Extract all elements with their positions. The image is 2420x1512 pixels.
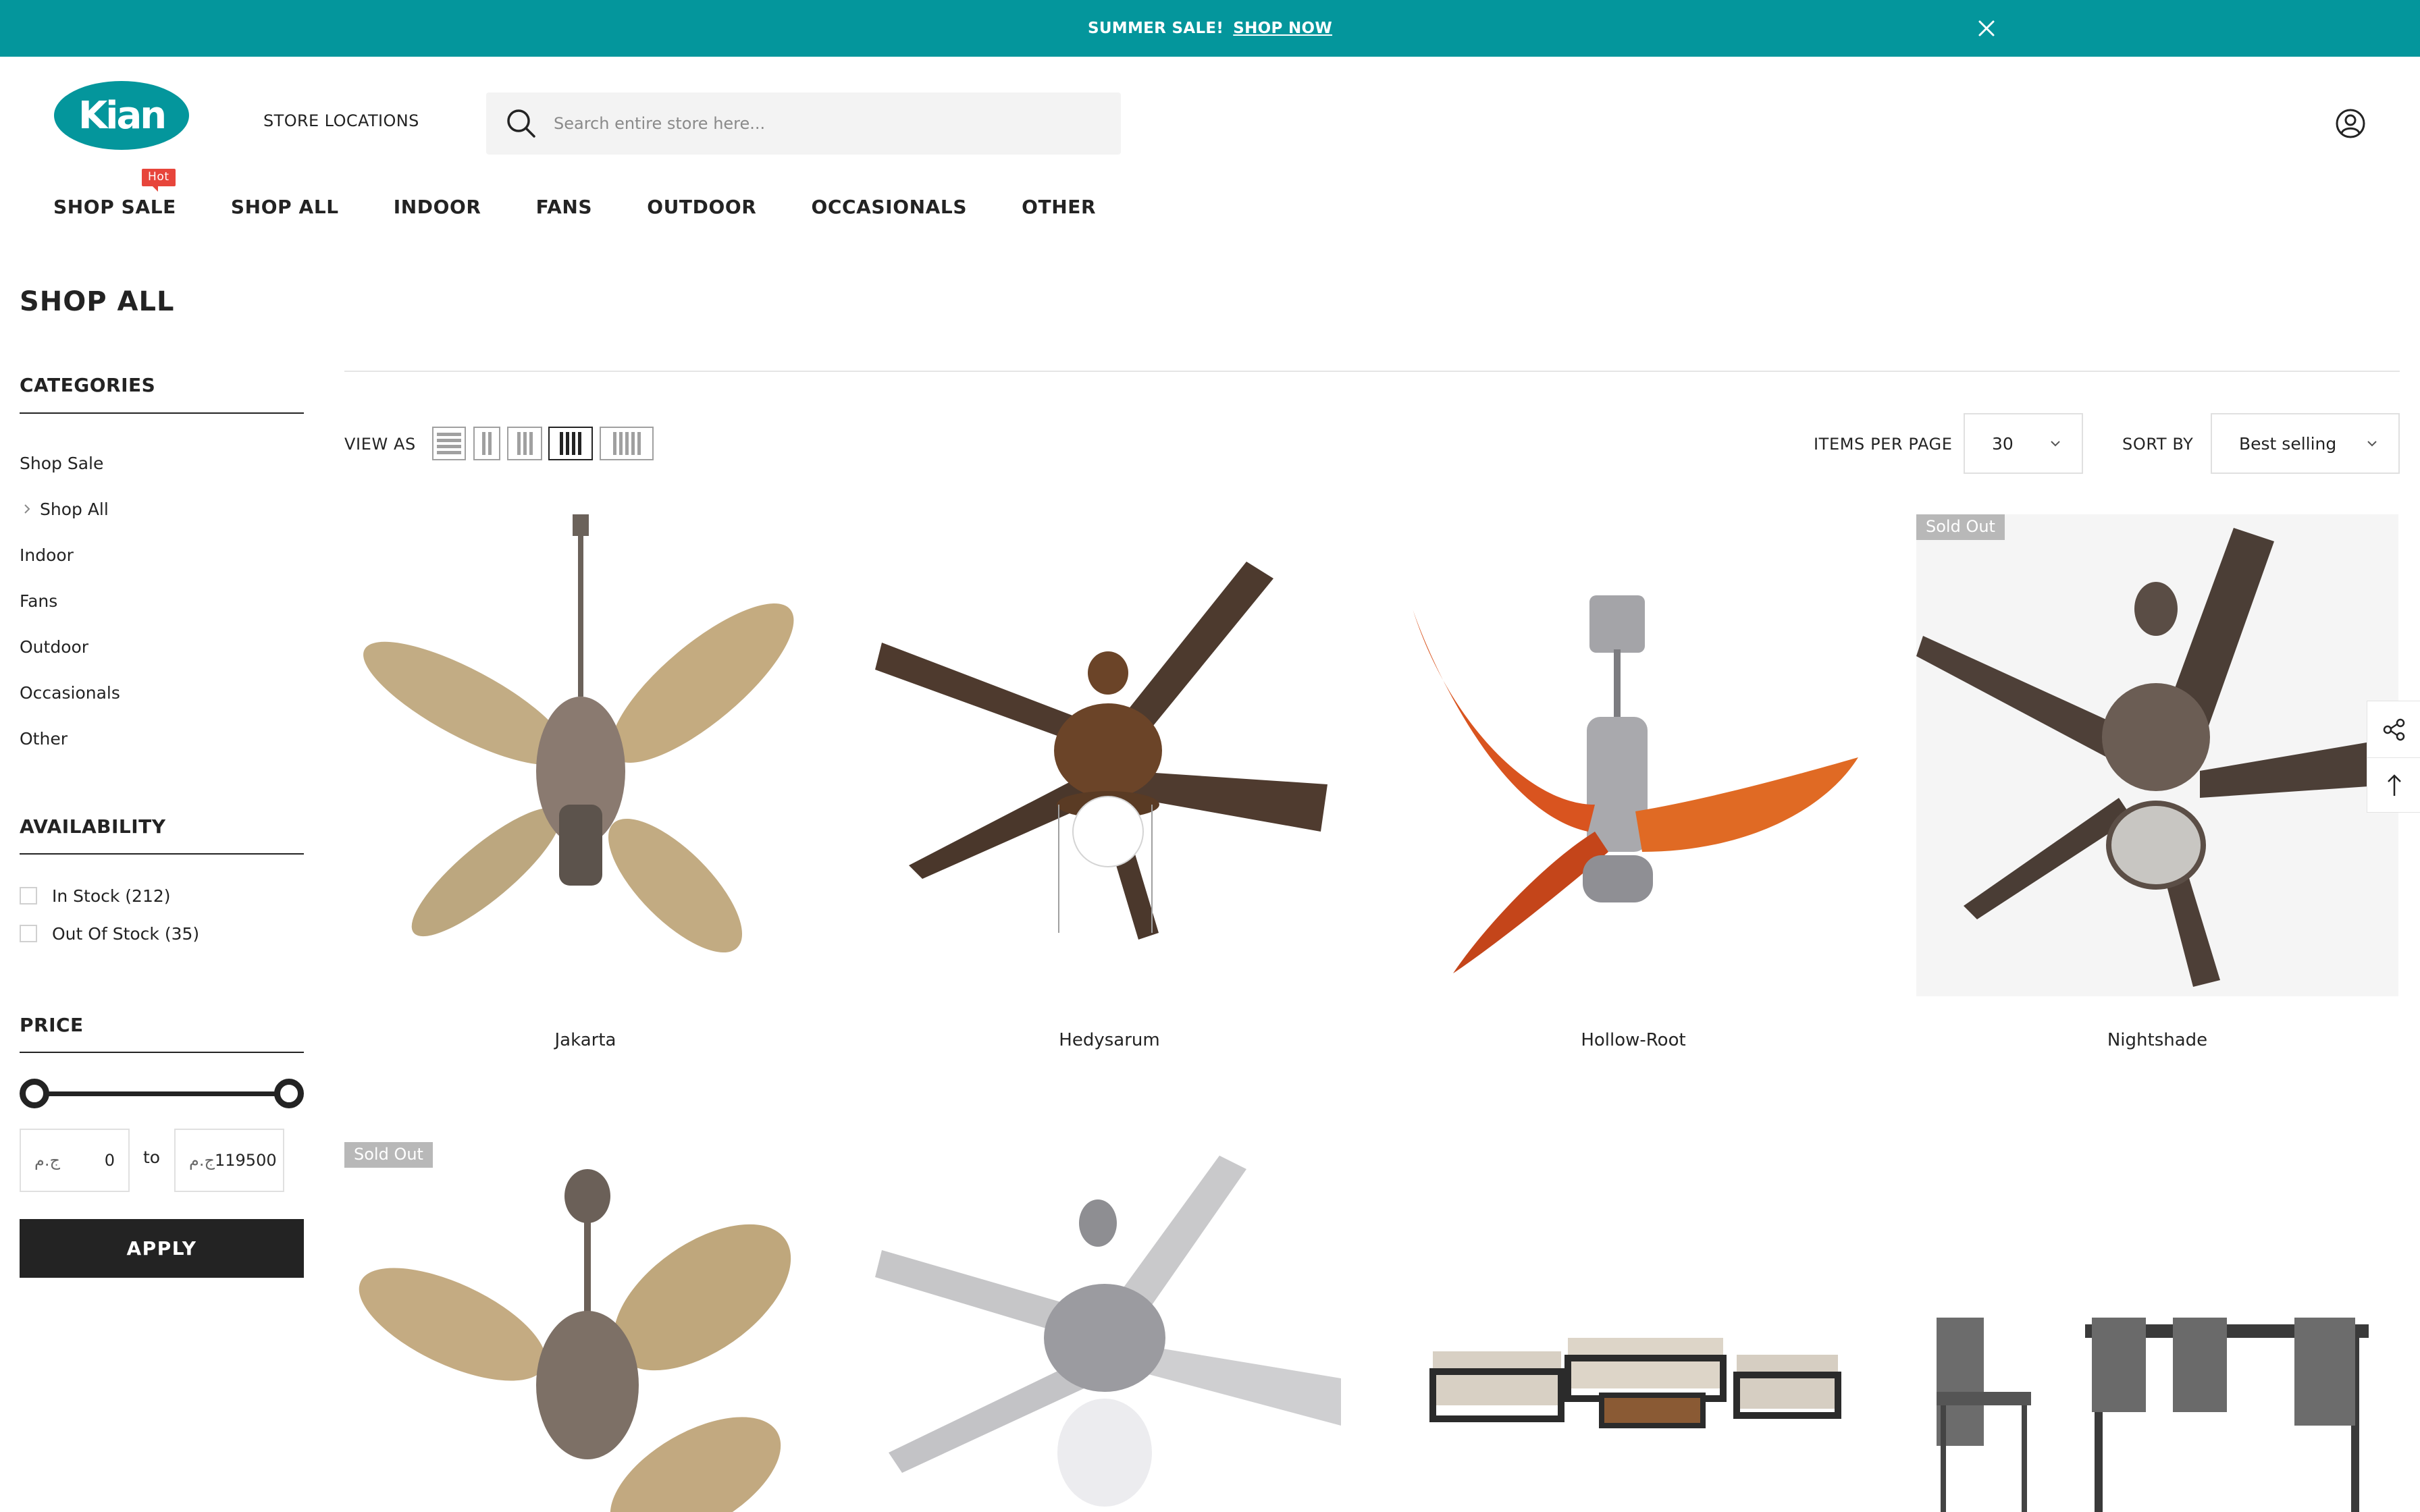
- nav-fans[interactable]: FANS: [536, 196, 593, 218]
- category-other[interactable]: Other: [20, 716, 120, 761]
- nav-outdoor[interactable]: OUTDOOR: [647, 196, 756, 218]
- category-indoor[interactable]: Indoor: [20, 532, 120, 578]
- product-name[interactable]: Jakarta: [344, 1030, 826, 1050]
- nav-shop-all[interactable]: SHOP ALL: [231, 196, 339, 218]
- product-image[interactable]: [1916, 514, 2398, 996]
- announcement-text: SUMMER SALE!: [1087, 20, 1224, 37]
- price-max-field[interactable]: ج.م 119500: [174, 1129, 284, 1192]
- chevron-down-icon: [2051, 441, 2060, 447]
- filter-label: Out Of Stock (35): [52, 923, 200, 944]
- product-image[interactable]: [868, 514, 1350, 996]
- main-nav: SHOP SALE Hot SHOP ALL INDOOR FANS OUTDO…: [53, 169, 1151, 218]
- product-card[interactable]: Sold Out Nightshade: [1916, 514, 2398, 1061]
- category-list: Shop Sale Shop All Indoor Fans Outdoor O…: [20, 440, 120, 761]
- product-card[interactable]: Hedysarum: [868, 514, 1350, 1061]
- slider-min-handle[interactable]: [20, 1079, 49, 1108]
- nav-label: SHOP SALE: [53, 196, 176, 218]
- account-icon[interactable]: [2334, 107, 2367, 140]
- checkbox[interactable]: [20, 887, 37, 905]
- view-grid-4-button[interactable]: [548, 427, 593, 460]
- chevron-down-icon: [2367, 441, 2377, 447]
- availability-list: In Stock (212) Out Of Stock (35): [20, 877, 199, 952]
- view-as-label: VIEW AS: [344, 435, 416, 454]
- currency-label: ج.م: [34, 1151, 60, 1170]
- sold-out-badge: Sold Out: [344, 1142, 433, 1168]
- product-image[interactable]: [344, 514, 826, 996]
- product-image[interactable]: [1916, 1142, 2398, 1512]
- arrow-up-icon: [2387, 774, 2401, 796]
- price-min-value: 0: [104, 1151, 115, 1170]
- availability-heading: AVAILABILITY: [20, 815, 166, 838]
- product-image[interactable]: [344, 1142, 826, 1512]
- category-shop-sale[interactable]: Shop Sale: [20, 440, 120, 486]
- product-card[interactable]: [1916, 1142, 2398, 1512]
- share-button[interactable]: [2367, 701, 2420, 757]
- divider: [344, 371, 2400, 372]
- share-icon: [2383, 718, 2404, 740]
- price-max-value: 119500: [214, 1151, 277, 1170]
- divider: [20, 1052, 304, 1053]
- view-list-button[interactable]: [432, 427, 466, 460]
- product-image[interactable]: [868, 1142, 1350, 1512]
- nav-occasionals[interactable]: OCCASIONALS: [811, 196, 967, 218]
- select-value: 30: [1992, 433, 2014, 454]
- svg-text:Kian: Kian: [78, 94, 165, 138]
- price-min-field[interactable]: ج.م 0: [20, 1129, 130, 1192]
- price-slider[interactable]: [20, 1079, 304, 1108]
- back-to-top-button[interactable]: [2367, 757, 2420, 813]
- search-icon[interactable]: [504, 106, 539, 141]
- currency-label: ج.م: [189, 1151, 215, 1170]
- product-image[interactable]: [1392, 1142, 1874, 1512]
- view-grid-3-button[interactable]: [507, 427, 542, 460]
- category-fans[interactable]: Fans: [20, 578, 120, 624]
- sold-out-badge: Sold Out: [1916, 514, 2005, 540]
- price-to-label: to: [143, 1148, 161, 1167]
- kian-logo[interactable]: Kian: [53, 80, 190, 151]
- view-grid-2-button[interactable]: [473, 427, 500, 460]
- product-card[interactable]: Jakarta: [344, 514, 826, 1061]
- apply-button[interactable]: APPLY: [20, 1219, 304, 1278]
- slider-max-handle[interactable]: [274, 1079, 304, 1108]
- close-icon[interactable]: [1974, 16, 1999, 40]
- chevron-right-icon: [24, 504, 30, 514]
- search-bar[interactable]: [486, 92, 1121, 155]
- nav-indoor[interactable]: INDOOR: [394, 196, 481, 218]
- category-label: Shop All: [40, 499, 109, 519]
- sort-by-label: SORT BY: [2122, 435, 2194, 454]
- product-card[interactable]: Hollow-Root: [1392, 514, 1874, 1061]
- slider-track: [33, 1091, 290, 1096]
- divider: [20, 412, 304, 414]
- announcement-bar: SUMMER SALE! SHOP NOW: [0, 0, 2420, 57]
- product-image[interactable]: [1392, 514, 1874, 996]
- product-name[interactable]: Hollow-Root: [1392, 1030, 1874, 1050]
- checkbox[interactable]: [20, 925, 37, 942]
- filter-label: In Stock (212): [52, 886, 171, 906]
- product-name[interactable]: Hedysarum: [868, 1030, 1350, 1050]
- category-outdoor[interactable]: Outdoor: [20, 624, 120, 670]
- items-per-page-label: ITEMS PER PAGE: [1814, 435, 1953, 454]
- product-name[interactable]: Nightshade: [1916, 1030, 2398, 1050]
- out-of-stock-filter[interactable]: Out Of Stock (35): [20, 915, 199, 952]
- category-occasionals[interactable]: Occasionals: [20, 670, 120, 716]
- nav-shop-sale[interactable]: SHOP SALE Hot: [53, 169, 176, 218]
- product-card[interactable]: [868, 1142, 1350, 1512]
- search-input[interactable]: [554, 103, 1094, 144]
- price-heading: PRICE: [20, 1014, 84, 1036]
- shop-now-link[interactable]: SHOP NOW: [1233, 20, 1332, 37]
- categories-heading: CATEGORIES: [20, 374, 156, 396]
- hot-badge: Hot: [142, 169, 176, 192]
- view-grid-5-button[interactable]: [600, 427, 654, 460]
- floating-actions: [2367, 701, 2420, 813]
- category-shop-all[interactable]: Shop All: [20, 486, 120, 532]
- sort-by-select[interactable]: Best selling: [2211, 413, 2400, 474]
- product-card[interactable]: Sold Out: [344, 1142, 826, 1512]
- page-title: SHOP ALL: [20, 286, 175, 317]
- items-per-page-select[interactable]: 30: [1964, 413, 2083, 474]
- product-card[interactable]: [1392, 1142, 1874, 1512]
- in-stock-filter[interactable]: In Stock (212): [20, 877, 199, 915]
- nav-other[interactable]: OTHER: [1022, 196, 1096, 218]
- store-locations-link[interactable]: STORE LOCATIONS: [263, 111, 419, 130]
- divider: [20, 853, 304, 855]
- select-value: Best selling: [2239, 433, 2337, 454]
